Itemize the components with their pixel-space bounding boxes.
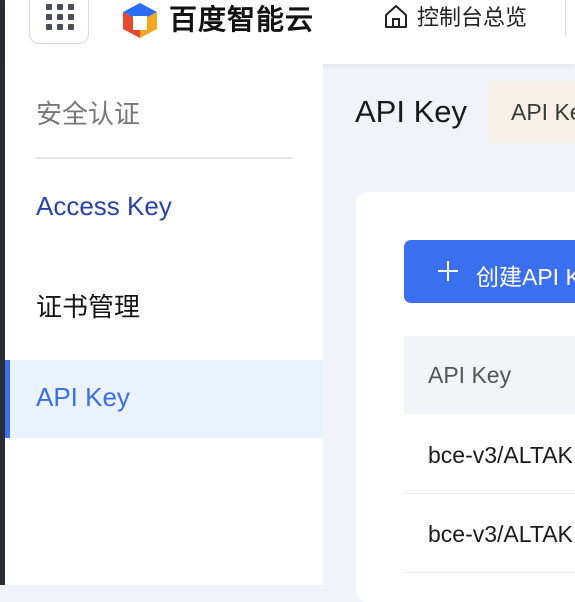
sidebar-divider bbox=[36, 157, 292, 159]
table-cell-api-key: bce-v3/ALTAK bbox=[428, 521, 573, 547]
top-header: 百度智能云 控制台总览 bbox=[5, 0, 575, 64]
table-row[interactable]: bce-v3/ALTAK bbox=[404, 416, 575, 494]
page-title: API Key bbox=[355, 94, 467, 129]
create-api-key-button[interactable]: 创建API Key bbox=[404, 240, 575, 303]
console-overview-label: 控制台总览 bbox=[417, 5, 528, 30]
brand-name: 百度智能云 bbox=[169, 4, 315, 35]
sidebar-item-label: Access Key bbox=[36, 191, 172, 221]
sidebar-item-label: API Key bbox=[36, 382, 130, 412]
app-grid-icon bbox=[46, 4, 74, 30]
home-icon bbox=[385, 5, 407, 28]
plus-icon bbox=[438, 261, 458, 281]
console-overview-link[interactable]: 控制台总览 bbox=[383, 2, 527, 30]
header-divider bbox=[565, 0, 566, 36]
tab-api-key[interactable]: API Key bbox=[488, 81, 575, 143]
brand-logo[interactable]: 百度智能云 bbox=[119, 0, 314, 40]
column-header-api-key: API Key bbox=[428, 362, 512, 388]
baidu-cloud-logo-icon bbox=[123, 3, 157, 38]
table-row[interactable]: bce-v3/ALTAK bbox=[404, 495, 575, 573]
sidebar-item-access-key[interactable]: Access Key bbox=[5, 169, 323, 247]
table-cell-api-key: bce-v3/ALTAK bbox=[428, 442, 573, 468]
create-button-label: 创建API Key bbox=[476, 264, 575, 290]
tab-label: API Key bbox=[511, 99, 575, 125]
sidebar-item-label: 证书管理 bbox=[36, 292, 141, 322]
table-header: API Key bbox=[404, 336, 575, 414]
app-grid-button[interactable] bbox=[29, 0, 89, 44]
sidebar-item-api-key[interactable]: API Key bbox=[5, 360, 323, 438]
sidebar-section-title: 安全认证 bbox=[36, 99, 141, 129]
sidebar: 安全认证 Access Key 证书管理 API Key bbox=[5, 64, 323, 585]
sidebar-item-certificate-management[interactable]: 证书管理 bbox=[5, 265, 323, 343]
